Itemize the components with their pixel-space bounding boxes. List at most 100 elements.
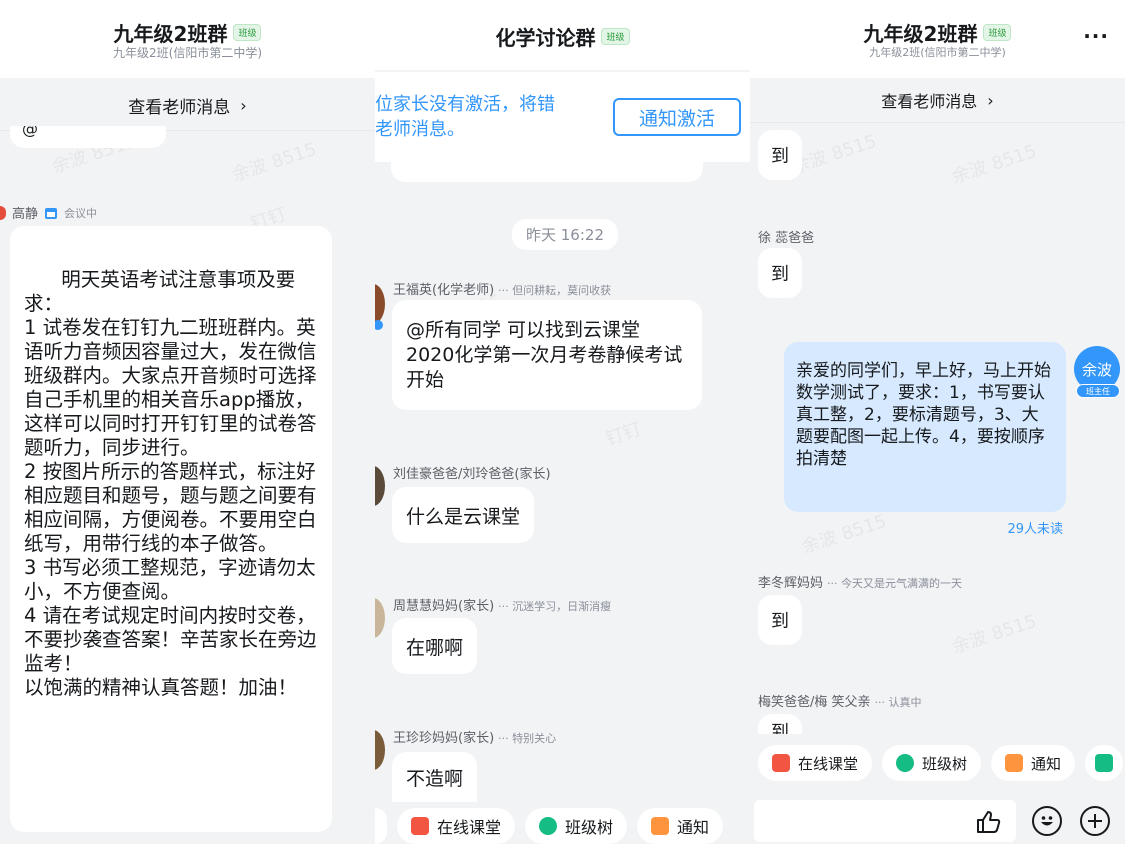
emoji-icon[interactable] bbox=[1032, 806, 1062, 836]
sender-signature: ··· 认真中 bbox=[874, 696, 922, 709]
thumbs-up-icon[interactable] bbox=[974, 808, 1002, 836]
chat-title: 九年级2班群 bbox=[113, 22, 228, 46]
online-class-button[interactable]: 在线课堂 bbox=[758, 745, 873, 781]
sender-signature: ··· 但问耕耘，莫问收获 bbox=[498, 284, 612, 297]
avatar[interactable] bbox=[375, 730, 385, 770]
sender-signature: ··· 沉迷学习，日渐消瘦 bbox=[498, 600, 612, 613]
message-sender: 徐 蕊爸爸 bbox=[758, 227, 814, 246]
sender-name: 王福英(化学老师) bbox=[393, 283, 495, 298]
app-icon bbox=[1095, 754, 1114, 772]
message-text: 到 bbox=[771, 146, 789, 167]
chat-panel-english: 余波 8515 余波 8515 钉钉 九年级2班群 班级 九年级2班(信阳市第二… bbox=[0, 0, 375, 844]
message-bubble[interactable]: 到 bbox=[758, 714, 802, 734]
message-sender: 周慧慧妈妈(家长) ··· 沉迷学习，日渐消瘦 bbox=[393, 595, 611, 614]
online-class-icon bbox=[411, 817, 429, 835]
message-bubble[interactable]: 到 bbox=[758, 130, 802, 180]
message-bubble-partial[interactable]: @ bbox=[10, 126, 166, 148]
sender-signature: ··· 特别关心 bbox=[498, 732, 557, 745]
message-bubble[interactable]: 什么是云课堂 bbox=[392, 487, 535, 543]
chat-title: 九年级2班群 bbox=[863, 22, 978, 46]
view-teacher-label: 查看老师消息 bbox=[881, 92, 978, 111]
message-bubble[interactable]: 不造啊 bbox=[392, 752, 478, 802]
unread-count[interactable]: 29人未读 bbox=[1007, 518, 1063, 537]
watermark: 余波 8515 bbox=[949, 140, 1040, 188]
sender-name: 李冬辉妈妈 bbox=[758, 576, 824, 591]
teacher-badge-icon bbox=[375, 320, 383, 330]
sender-name: 刘佳豪爸爸/刘玲爸爸(家长) bbox=[393, 467, 551, 482]
message-text: 什么是云课堂 bbox=[406, 505, 521, 528]
class-tree-button[interactable]: 班级树 bbox=[525, 808, 628, 844]
sender-name: 周慧慧妈妈(家长) bbox=[393, 599, 495, 614]
timestamp: 昨天 16:22 bbox=[512, 219, 618, 250]
chevron-right-icon: › bbox=[240, 95, 247, 115]
message-text: 明天英语考试注意事项及要求： 1 试卷发在钉钉九二班班群内。英语听力音频因容量过… bbox=[24, 268, 317, 699]
watermark: 余波 8515 bbox=[229, 138, 320, 186]
message-bubble[interactable]: 到 bbox=[758, 248, 802, 298]
sender-name: 高静 bbox=[12, 207, 39, 222]
chat-header[interactable]: 化学讨论群 班级 bbox=[375, 0, 750, 70]
view-teacher-messages-button[interactable]: 查看老师消息 › bbox=[0, 80, 375, 131]
activation-banner: 位家长没有激活，将错 老师消息。 通知激活 bbox=[375, 72, 750, 162]
message-text: 到 bbox=[771, 611, 789, 632]
message-sender: 高静 会议中 bbox=[0, 203, 97, 222]
activation-notice: 位家长没有激活，将错 老师消息。 bbox=[375, 94, 555, 140]
message-text: 到 bbox=[771, 722, 789, 735]
tree-icon bbox=[539, 817, 558, 835]
more-icon[interactable]: ··· bbox=[1083, 24, 1109, 48]
notice-button[interactable]: 通知 bbox=[991, 745, 1076, 781]
message-sender: 李冬辉妈妈 ··· 今天又是元气满满的一天 bbox=[758, 572, 962, 591]
message-bubble[interactable]: 到 bbox=[758, 595, 802, 645]
chat-subtitle: 九年级2班(信阳市第二中学) bbox=[869, 46, 1006, 59]
class-badge: 班级 bbox=[601, 28, 630, 45]
class-badge: 班级 bbox=[233, 24, 262, 41]
message-bubble[interactable]: @所有同学 可以找到云课堂2020化学第一次月考卷静候考试开始 bbox=[392, 300, 702, 410]
tree-icon bbox=[896, 754, 915, 772]
message-sender: 刘佳豪爸爸/刘玲爸爸(家长) bbox=[393, 463, 551, 482]
quick-actions: 在线课堂 班级树 通知 bbox=[375, 808, 724, 844]
sender-name: 王珍珍妈妈(家长) bbox=[393, 731, 495, 746]
message-bubble[interactable]: 明天英语考试注意事项及要求： 1 试卷发在钉钉九二班班群内。英语听力音频因容量过… bbox=[10, 226, 332, 832]
chat-header[interactable]: 九年级2班群 班级 九年级2班(信阳市第二中学) bbox=[0, 0, 375, 78]
my-message-bubble[interactable]: 亲爱的同学们，早上好，马上开始数学测试了，要求：1，书写要认真工整，2，要标清题… bbox=[784, 342, 1066, 512]
avatar[interactable] bbox=[375, 466, 385, 506]
message-sender: 王福英(化学老师) ··· 但问耕耘，莫问收获 bbox=[393, 279, 611, 298]
chat-subtitle: 九年级2班(信阳市第二中学) bbox=[113, 46, 262, 60]
more-apps-button[interactable] bbox=[1085, 745, 1124, 781]
message-bubble[interactable]: 在哪啊 bbox=[392, 618, 478, 674]
online-class-button[interactable]: 在线课堂 bbox=[397, 808, 516, 844]
sender-status: 会议中 bbox=[64, 206, 98, 220]
chat-panel-chemistry: 余波 8515 钉钉 化学讨论群 班级 位家长没有激活，将错 老师消息。 通知激… bbox=[375, 0, 750, 844]
plus-icon[interactable] bbox=[1080, 806, 1110, 836]
class-tree-button[interactable]: 班级树 bbox=[882, 745, 982, 781]
chat-header[interactable]: 九年级2班群 班级 九年级2班(信阳市第二中学) ··· bbox=[750, 0, 1125, 78]
message-sender: 梅笑爸爸/梅 笑父亲 ··· 认真中 bbox=[758, 691, 922, 710]
watermark: 余波 8515 bbox=[949, 610, 1040, 658]
sender-name: 梅笑爸爸/梅 笑父亲 bbox=[758, 695, 871, 710]
chevron-right-icon: › bbox=[987, 90, 994, 110]
watermark: 余波 8515 bbox=[799, 510, 890, 558]
megaphone-icon bbox=[1005, 754, 1024, 772]
input-bar bbox=[750, 794, 1125, 844]
avatar[interactable] bbox=[375, 284, 385, 324]
sender-name: 徐 蕊爸爸 bbox=[758, 231, 815, 246]
view-teacher-label: 查看老师消息 bbox=[128, 97, 231, 118]
message-text: 在哪啊 bbox=[406, 636, 464, 659]
online-class-icon bbox=[772, 754, 790, 772]
avatar[interactable] bbox=[0, 205, 6, 220]
message-text: @所有同学 可以找到云课堂2020化学第一次月考卷静候考试开始 bbox=[406, 319, 683, 391]
view-teacher-messages-button[interactable]: 查看老师消息 › bbox=[750, 78, 1125, 123]
calendar-icon bbox=[45, 207, 58, 219]
avatar[interactable] bbox=[375, 598, 385, 638]
class-badge: 班级 bbox=[983, 24, 1012, 41]
notice-button[interactable]: 通知 bbox=[637, 808, 724, 844]
message-text: 亲爱的同学们，早上好，马上开始数学测试了，要求：1，书写要认真工整，2，要标清题… bbox=[796, 361, 1051, 469]
chat-title: 化学讨论群 bbox=[495, 26, 596, 50]
chip-partial[interactable] bbox=[375, 808, 387, 844]
notify-activation-button[interactable]: 通知激活 bbox=[613, 98, 741, 136]
message-text: 到 bbox=[771, 264, 789, 285]
megaphone-icon bbox=[651, 817, 670, 835]
screenshot-collage: 余波 8515 余波 8515 钉钉 九年级2班群 班级 九年级2班(信阳市第二… bbox=[0, 0, 1125, 844]
message-sender: 王珍珍妈妈(家长) ··· 特别关心 bbox=[393, 727, 556, 746]
card-bottom bbox=[391, 162, 703, 182]
message-text: 不造啊 bbox=[406, 767, 464, 790]
